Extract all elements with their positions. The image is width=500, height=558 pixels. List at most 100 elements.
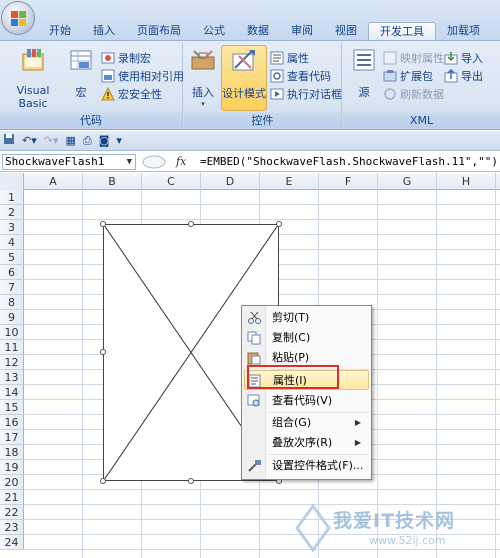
record-macro-button[interactable]: 录制宏: [101, 49, 151, 66]
menu-item-group[interactable]: 组合(G) ▶: [244, 413, 369, 433]
resize-handle[interactable]: [100, 478, 106, 484]
macros-button[interactable]: 宏: [66, 45, 96, 100]
camera-icon[interactable]: ◙: [99, 134, 110, 147]
row-header[interactable]: 5: [0, 250, 24, 265]
record-macro-label: 录制宏: [118, 51, 151, 65]
map-properties-button[interactable]: 映射属性: [383, 49, 444, 66]
row-header[interactable]: 9: [0, 310, 24, 325]
undo-icon[interactable]: ↶▾: [22, 134, 37, 147]
refresh-data-button[interactable]: 刷新数据: [383, 85, 444, 102]
visual-basic-label: Visual Basic: [16, 84, 50, 110]
office-button[interactable]: [1, 1, 35, 35]
tab-insert[interactable]: 插入: [82, 22, 126, 40]
group-controls: 插入 ▾ 设计模式 属性 查看代码 执行对话框 控件: [184, 43, 342, 128]
print-preview-icon[interactable]: ▦: [66, 134, 76, 147]
properties-button[interactable]: 属性: [270, 49, 309, 66]
row-header[interactable]: 20: [0, 475, 24, 490]
tab-review[interactable]: 审阅: [280, 22, 324, 40]
resize-handle[interactable]: [100, 349, 106, 355]
column-header[interactable]: G: [378, 173, 437, 190]
row-header[interactable]: 16: [0, 415, 24, 430]
row-header[interactable]: 24: [0, 535, 24, 550]
insert-control-button[interactable]: 插入 ▾: [186, 45, 220, 108]
tab-home[interactable]: 开始: [38, 22, 82, 40]
row-header[interactable]: 1: [0, 190, 24, 205]
design-mode-button[interactable]: 设计模式: [221, 45, 267, 111]
menu-item-format-control[interactable]: 设置控件格式(F)...: [244, 456, 369, 476]
view-code-icon: [270, 69, 284, 82]
row-header[interactable]: 6: [0, 265, 24, 280]
map-properties-icon: [383, 51, 397, 64]
export-label: 导出: [461, 69, 483, 83]
menu-item-format-control-label: 设置控件格式(F)...: [272, 459, 364, 472]
row-header[interactable]: 11: [0, 340, 24, 355]
column-header[interactable]: D: [201, 173, 260, 190]
ribbon: Visual Basic 宏 录制宏 使用相对引用 宏安全性 代码 插入 ▾ 设…: [0, 40, 500, 130]
row-header[interactable]: 8: [0, 295, 24, 310]
row-header[interactable]: 10: [0, 325, 24, 340]
expansion-packs-button[interactable]: 扩展包: [383, 67, 433, 84]
column-header[interactable]: B: [83, 173, 142, 190]
print-icon[interactable]: ⎙: [83, 134, 92, 148]
name-box[interactable]: ShockwaveFlash1 ▼: [2, 154, 136, 170]
menu-item-view-code[interactable]: 查看代码(V): [244, 391, 369, 411]
visual-basic-button[interactable]: Visual Basic: [2, 45, 64, 110]
relative-references-button[interactable]: 使用相对引用: [101, 67, 184, 84]
column-header[interactable]: A: [24, 173, 83, 190]
macros-icon: [70, 50, 92, 70]
tab-page-layout[interactable]: 页面布局: [126, 22, 192, 40]
menu-item-group-label: 组合(G): [272, 416, 312, 429]
row-header[interactable]: 17: [0, 430, 24, 445]
relative-references-icon: [101, 69, 115, 82]
export-button[interactable]: 导出: [444, 67, 483, 84]
menu-item-copy[interactable]: 复制(C): [244, 328, 369, 348]
menu-item-cut[interactable]: 剪切(T): [244, 308, 369, 328]
tab-view[interactable]: 视图: [324, 22, 368, 40]
macro-security-button[interactable]: 宏安全性: [101, 85, 162, 102]
ribbon-tabs: 开始 插入 页面布局 公式 数据 审阅 视图 开发工具 加载项: [38, 22, 491, 40]
tab-formulas[interactable]: 公式: [192, 22, 236, 40]
formula-bar-expand-icon[interactable]: [142, 155, 166, 169]
column-headers: ABCDEFGH: [0, 173, 500, 190]
row-header[interactable]: 22: [0, 505, 24, 520]
tab-developer[interactable]: 开发工具: [368, 22, 436, 40]
view-code-button[interactable]: 查看代码: [270, 67, 331, 84]
row-header[interactable]: 23: [0, 520, 24, 535]
column-header[interactable]: F: [319, 173, 378, 190]
source-button[interactable]: 源: [347, 45, 381, 100]
excel-window: 开始 插入 页面布局 公式 数据 审阅 视图 开发工具 加载项 Visual B…: [0, 0, 500, 558]
column-header[interactable]: H: [437, 173, 496, 190]
menu-item-order[interactable]: 叠放次序(R) ▶: [244, 433, 369, 453]
row-header[interactable]: 15: [0, 400, 24, 415]
row-header[interactable]: 12: [0, 355, 24, 370]
save-icon[interactable]: [3, 133, 15, 148]
row-header[interactable]: 19: [0, 460, 24, 475]
tab-data[interactable]: 数据: [236, 22, 280, 40]
office-logo-icon: [11, 11, 26, 26]
highlight-annotation-box: [247, 365, 339, 389]
select-all-corner[interactable]: [0, 173, 24, 190]
row-header[interactable]: 14: [0, 385, 24, 400]
row-header[interactable]: 4: [0, 235, 24, 250]
fx-icon[interactable]: fx: [176, 155, 186, 168]
import-button[interactable]: 导入: [444, 49, 483, 66]
formula-input[interactable]: =EMBED("ShockwaveFlash.ShockwaveFlash.11…: [200, 154, 498, 170]
customize-qat-icon[interactable]: ▾: [116, 134, 122, 147]
row-header[interactable]: 7: [0, 280, 24, 295]
row-header[interactable]: 13: [0, 370, 24, 385]
row-header[interactable]: 21: [0, 490, 24, 505]
scissors-icon: [248, 311, 261, 324]
column-header[interactable]: C: [142, 173, 201, 190]
redo-icon[interactable]: ↷▾: [44, 134, 59, 147]
tab-addins[interactable]: 加载项: [436, 22, 491, 40]
resize-handle[interactable]: [188, 478, 194, 484]
resize-handle[interactable]: [188, 221, 194, 227]
column-header[interactable]: E: [260, 173, 319, 190]
run-dialog-button[interactable]: 执行对话框: [270, 85, 342, 102]
row-header[interactable]: 3: [0, 220, 24, 235]
name-box-dropdown-icon[interactable]: ▼: [127, 155, 132, 169]
row-header[interactable]: 2: [0, 205, 24, 220]
resize-handle[interactable]: [100, 221, 106, 227]
resize-handle[interactable]: [276, 221, 282, 227]
row-header[interactable]: 18: [0, 445, 24, 460]
